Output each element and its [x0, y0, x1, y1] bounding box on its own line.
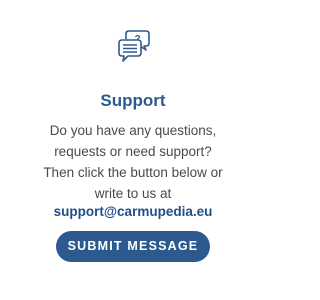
submit-message-button[interactable]: SUBMIT MESSAGE	[56, 231, 210, 262]
support-description-line: requests or need support?	[54, 144, 212, 159]
support-email-link[interactable]: support@carmupedia.eu	[0, 202, 266, 222]
support-description-line: write to us at	[94, 186, 172, 201]
chat-question-icon-svg: ?	[118, 30, 150, 62]
support-description-line: Do you have any questions,	[49, 123, 217, 138]
chat-question-icon: ?	[114, 26, 154, 66]
support-description-line: Then click the button below or	[43, 165, 223, 180]
support-card: ? Support Do you have any questions, req…	[0, 0, 266, 300]
support-title: Support	[100, 91, 166, 110]
support-description: Do you have any questions, requests or n…	[0, 120, 266, 204]
